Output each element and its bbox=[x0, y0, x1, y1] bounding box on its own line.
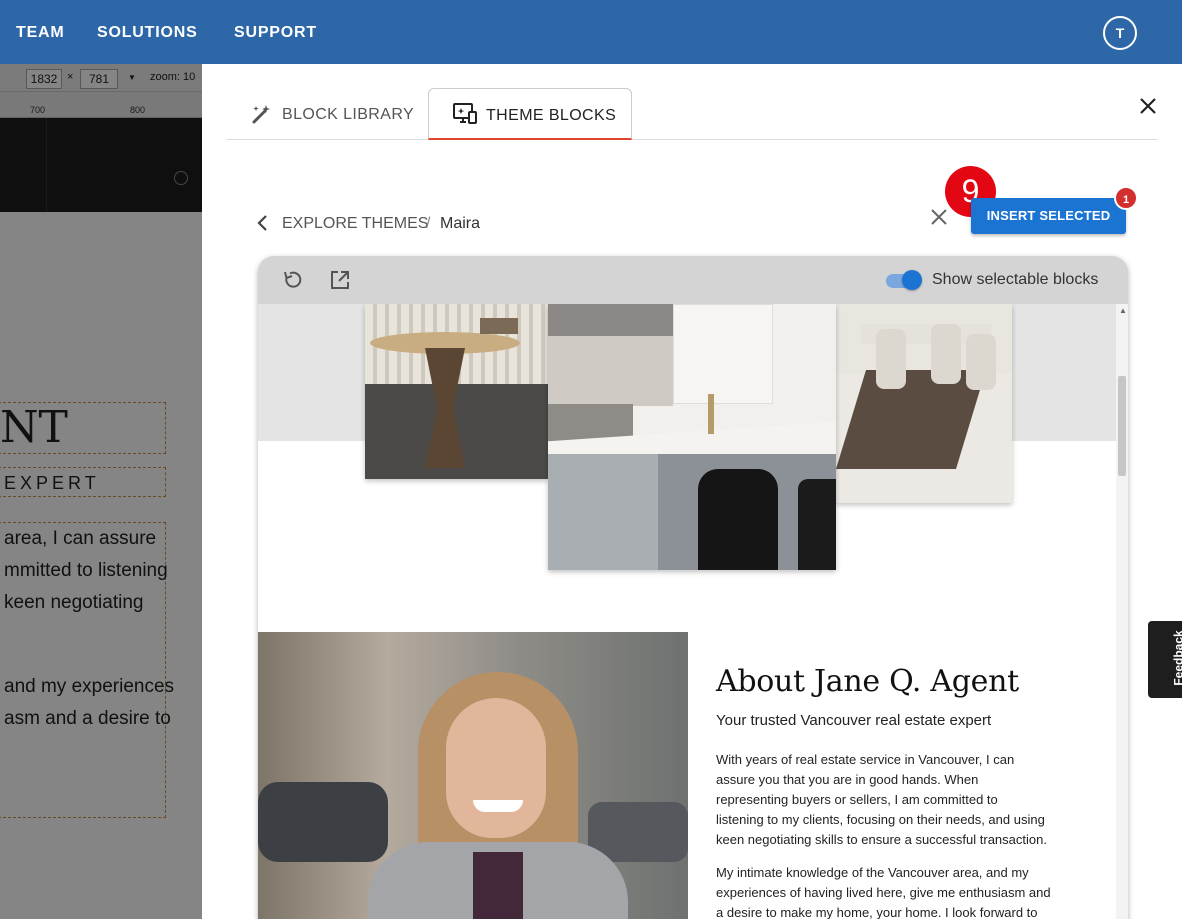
tab-theme-blocks-label: THEME BLOCKS bbox=[486, 107, 617, 124]
theme-preview: Show selectable blocks About Jane Q. Age… bbox=[258, 256, 1128, 919]
selected-count-badge: 1 bbox=[1114, 186, 1138, 210]
agent-portrait-photo[interactable] bbox=[258, 632, 688, 919]
about-heading: About Jane Q. Agent bbox=[716, 664, 1019, 699]
insert-selected-button[interactable]: INSERT SELECTED bbox=[971, 198, 1126, 234]
about-paragraph-1: With years of real estate service in Van… bbox=[716, 750, 1061, 850]
clear-selection-icon[interactable] bbox=[928, 206, 950, 228]
panel-tabs: BLOCK LIBRARY THEME BLOCKS bbox=[226, 88, 1158, 140]
show-selectable-toggle[interactable] bbox=[886, 270, 922, 290]
top-nav: TEAM SOLUTIONS SUPPORT T bbox=[0, 0, 1182, 64]
scroll-up-arrow-icon[interactable]: ▲ bbox=[1119, 306, 1127, 315]
open-external-icon[interactable] bbox=[328, 268, 352, 292]
preview-scrollbar[interactable]: ▲ bbox=[1116, 304, 1128, 919]
paragraph-line: a desire to make my home, your home. I l… bbox=[716, 905, 1038, 919]
modal-backdrop[interactable] bbox=[0, 64, 202, 919]
paragraph-line: My intimate knowledge of the Vancouver a… bbox=[716, 865, 1029, 880]
background-editor: 1832 × 781 ▼ zoom: 10 700 800 NT EXPERT … bbox=[0, 64, 202, 919]
feedback-tab[interactable]: Feedback bbox=[1148, 621, 1182, 698]
user-avatar[interactable]: T bbox=[1103, 16, 1137, 50]
nav-team[interactable]: TEAM bbox=[16, 24, 65, 42]
breadcrumb-separator: / bbox=[426, 215, 431, 232]
magic-wand-icon bbox=[252, 105, 270, 124]
dining-room-photo[interactable] bbox=[836, 304, 1012, 503]
kitchen-photo[interactable] bbox=[548, 304, 836, 570]
interior-table-photo[interactable] bbox=[365, 304, 548, 479]
about-paragraph-2: My intimate knowledge of the Vancouver a… bbox=[716, 863, 1061, 919]
tab-theme-blocks[interactable]: THEME BLOCKS bbox=[428, 88, 632, 140]
paragraph-line: keen negotiating skills to ensure a succ… bbox=[716, 832, 1047, 847]
close-panel-icon[interactable] bbox=[1136, 94, 1160, 118]
feedback-label: Feedback bbox=[1171, 630, 1182, 686]
nav-support[interactable]: SUPPORT bbox=[234, 24, 317, 42]
paragraph-line: With years of real estate service in Van… bbox=[716, 752, 1015, 767]
theme-blocks-panel: BLOCK LIBRARY THEME BLOCKS EXPLORE THEME… bbox=[202, 64, 1182, 919]
nav-solutions[interactable]: SOLUTIONS bbox=[97, 24, 198, 42]
paragraph-line: representing buyers or sellers, I am com… bbox=[716, 792, 998, 807]
breadcrumb-current-theme: Maira bbox=[440, 215, 481, 232]
preview-content: About Jane Q. Agent Your trusted Vancouv… bbox=[258, 304, 1116, 919]
preview-toolbar: Show selectable blocks bbox=[258, 256, 1128, 304]
tab-block-library[interactable]: BLOCK LIBRARY bbox=[226, 88, 426, 140]
paragraph-line: listening to my clients, focusing on the… bbox=[716, 812, 1045, 827]
tab-block-library-label: BLOCK LIBRARY bbox=[282, 106, 415, 123]
paragraph-line: experiences of having lived here, give m… bbox=[716, 885, 1051, 900]
scroll-thumb[interactable] bbox=[1118, 376, 1126, 476]
show-selectable-label: Show selectable blocks bbox=[932, 271, 1099, 288]
breadcrumb-explore-themes[interactable]: EXPLORE THEMES bbox=[282, 215, 428, 233]
paragraph-line: assure you that you are in good hands. W… bbox=[716, 772, 979, 787]
back-chevron-icon[interactable] bbox=[256, 214, 270, 232]
refresh-icon[interactable] bbox=[280, 268, 304, 292]
about-subheading: Your trusted Vancouver real estate exper… bbox=[716, 712, 992, 729]
theme-monitor-icon bbox=[453, 103, 477, 124]
